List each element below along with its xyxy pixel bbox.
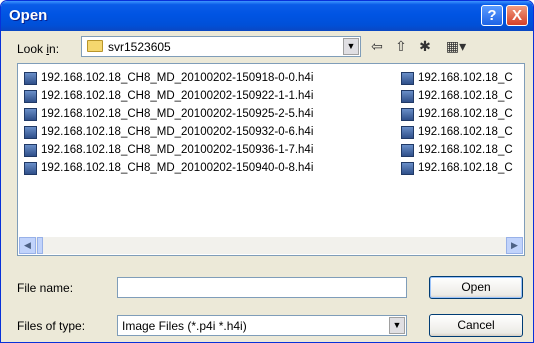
- file-name: 192.168.102.18_C: [418, 126, 513, 138]
- video-file-icon: [401, 126, 414, 139]
- help-button[interactable]: ?: [481, 5, 503, 26]
- new-folder-icon[interactable]: ✱: [415, 37, 435, 55]
- video-file-icon: [24, 108, 37, 121]
- file-name: 192.168.102.18_C: [418, 90, 513, 102]
- dialog-title: Open: [9, 7, 48, 24]
- file-name: 192.168.102.18_CH8_MD_20100202-150925-2-…: [41, 108, 314, 120]
- look-in-label-prefix: Look: [17, 42, 47, 56]
- file-name: 192.168.102.18_C: [418, 144, 513, 156]
- video-file-icon: [24, 144, 37, 157]
- video-file-icon: [24, 162, 37, 175]
- file-name: 192.168.102.18_C: [418, 108, 513, 120]
- file-name: 192.168.102.18_CH8_MD_20100202-150922-1-…: [41, 90, 314, 102]
- chevron-down-icon[interactable]: ▼: [389, 317, 405, 334]
- file-type-combo[interactable]: Image Files (*.p4i *.h4i) ▼: [117, 315, 407, 336]
- video-file-icon: [24, 126, 37, 139]
- file-type-label: Files of type:: [17, 319, 86, 333]
- close-button[interactable]: X: [506, 5, 528, 26]
- video-file-icon: [401, 108, 414, 121]
- scroll-left-icon[interactable]: ◀: [19, 237, 36, 254]
- file-name: 192.168.102.18_CH8_MD_20100202-150932-0-…: [41, 126, 314, 138]
- video-file-icon: [401, 162, 414, 175]
- chevron-down-icon[interactable]: ▼: [343, 38, 359, 55]
- cancel-button[interactable]: Cancel: [429, 314, 523, 337]
- scroll-right-icon[interactable]: ▶: [506, 237, 523, 254]
- file-list[interactable]: 192.168.102.18_CH8_MD_20100202-150918-0-…: [17, 63, 525, 256]
- file-name: 192.168.102.18_C: [418, 162, 513, 174]
- title-bar[interactable]: Open ? X: [1, 1, 533, 31]
- look-in-label: Look in:: [17, 42, 59, 56]
- open-button[interactable]: Open: [429, 276, 523, 299]
- video-file-icon: [24, 72, 37, 85]
- open-dialog: Open ? X Look in: svr1523605 ▼ ⇦ ⇧ ✱ ▦▾ …: [0, 0, 534, 343]
- file-name: 192.168.102.18_C: [418, 72, 513, 84]
- file-name-label: File name:: [17, 281, 74, 295]
- look-in-combo[interactable]: svr1523605 ▼: [81, 36, 361, 57]
- video-file-icon: [401, 90, 414, 103]
- file-type-value: Image Files (*.p4i *.h4i): [122, 319, 247, 333]
- look-in-label-suffix: n:: [49, 42, 60, 56]
- file-name: 192.168.102.18_CH8_MD_20100202-150936-1-…: [41, 144, 314, 156]
- video-file-icon: [24, 90, 37, 103]
- video-file-icon: [401, 72, 414, 85]
- look-in-value: svr1523605: [108, 40, 171, 54]
- scrollbar-thumb[interactable]: [37, 237, 43, 254]
- file-name: 192.168.102.18_CH8_MD_20100202-150918-0-…: [41, 72, 314, 84]
- file-name: 192.168.102.18_CH8_MD_20100202-150940-0-…: [41, 162, 314, 174]
- horizontal-scrollbar[interactable]: ◀ ▶: [19, 237, 523, 254]
- back-arrow-icon[interactable]: ⇦: [367, 37, 387, 55]
- up-folder-icon[interactable]: ⇧: [391, 37, 411, 55]
- folder-icon: [87, 40, 103, 52]
- video-file-icon: [401, 144, 414, 157]
- view-menu-icon[interactable]: ▦▾: [441, 37, 471, 55]
- file-name-input[interactable]: [117, 277, 407, 298]
